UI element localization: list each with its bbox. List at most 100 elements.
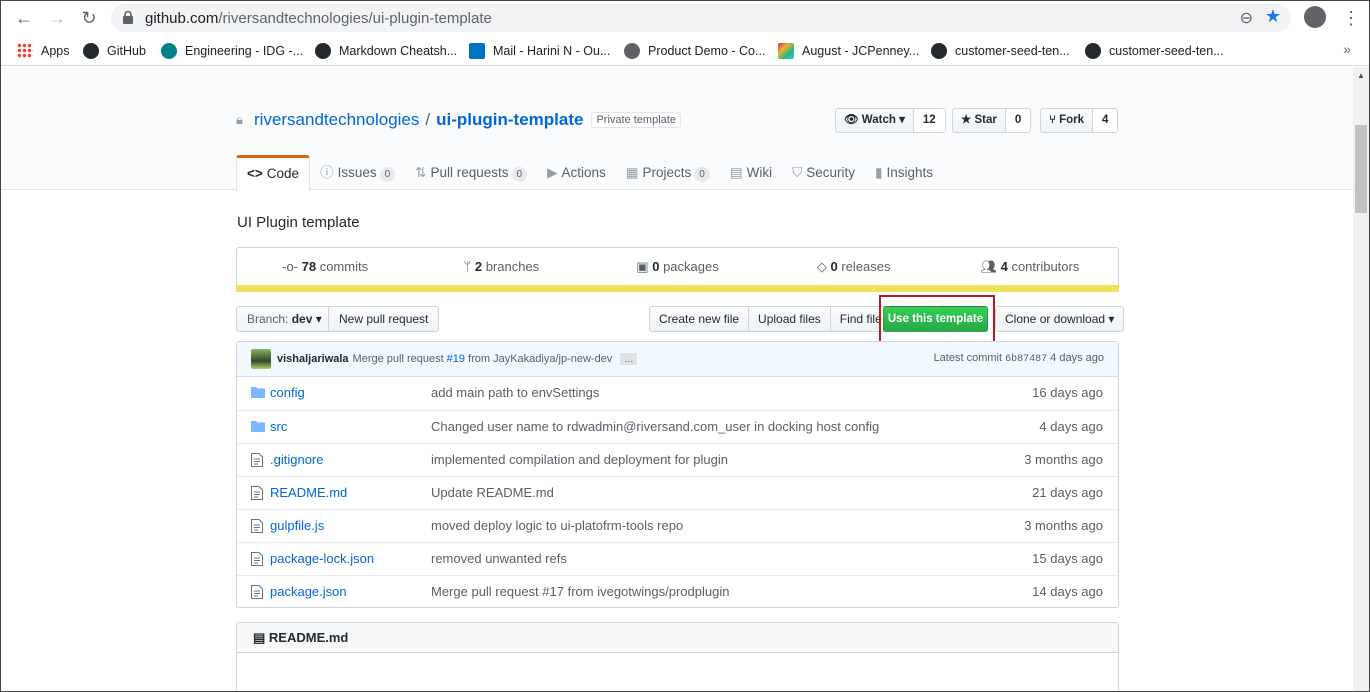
star-count[interactable]: 0	[1005, 108, 1032, 133]
bookmark-star-icon[interactable]: ★	[1265, 6, 1281, 27]
new-pull-request-button[interactable]: New pull request	[328, 306, 440, 332]
file-name-link[interactable]: package-lock.json	[270, 551, 374, 566]
reload-icon[interactable]: ↻	[78, 7, 100, 29]
branches-count: 2	[474, 259, 483, 274]
lock-template-icon: 🔒︎	[236, 112, 243, 127]
fork-icon: ⑂	[1049, 114, 1060, 126]
language-bar[interactable]	[236, 285, 1119, 292]
tab-counter: 0	[511, 167, 528, 182]
bookmark-product-demo[interactable]: Product Demo - Co...	[624, 41, 765, 61]
file-name-link[interactable]: package.json	[270, 584, 347, 599]
commit-sha[interactable]: 6b87487	[1005, 354, 1047, 365]
bookmark-label: Apps	[41, 44, 70, 58]
bookmark-github[interactable]: GitHub	[83, 41, 146, 61]
file-commit-message[interactable]: implemented compilation and deployment f…	[431, 452, 728, 467]
tab-label: Security	[806, 165, 856, 180]
commit-author[interactable]: vishaljariwala	[277, 353, 349, 365]
file-name-link[interactable]: config	[270, 385, 305, 400]
table-row[interactable]: README.md Update README.md 21 days ago	[237, 476, 1118, 509]
tab-actions[interactable]: ▶ Actions	[537, 155, 616, 190]
tab-issues[interactable]: ⓘ Issues 0	[310, 155, 405, 190]
apps-grid-icon	[17, 43, 33, 59]
fork-button[interactable]: ⑂ Fork	[1040, 108, 1094, 133]
package-icon: ▣	[636, 259, 653, 274]
table-row[interactable]: src Changed user name to rdwadmin@riversa…	[237, 410, 1118, 443]
table-row[interactable]: .gitignore implemented compilation and de…	[237, 443, 1118, 476]
star-group: ★ Star 0	[952, 108, 1032, 133]
bookmark-jcpenney[interactable]: August - JCPenney...	[778, 41, 919, 61]
watch-label: Watch ▾	[861, 114, 905, 126]
scrollbar-thumb[interactable]	[1355, 125, 1367, 213]
file-name-link[interactable]: .gitignore	[270, 452, 323, 467]
file-name-link[interactable]: README.md	[270, 485, 347, 500]
table-row[interactable]: gulpfile.js moved deploy logic to ui-plat…	[237, 509, 1118, 542]
file-commit-message[interactable]: moved deploy logic to ui-platofrm-tools …	[431, 518, 683, 533]
tab-pull-requests[interactable]: ⇅ Pull requests 0	[405, 155, 537, 190]
file-commit-message[interactable]: removed unwanted refs	[431, 551, 567, 566]
commit-age: 4 days ago	[1050, 352, 1104, 364]
zoom-icon[interactable]: ⊖	[1240, 8, 1253, 28]
tab-label: Insights	[886, 165, 933, 180]
file-commit-message[interactable]: Merge pull request #17 from ivegotwings/…	[431, 584, 729, 599]
tab-label: Pull requests	[430, 165, 509, 180]
tab-wiki[interactable]: ▤ Wiki	[720, 155, 782, 190]
scroll-up-icon[interactable]: ▲	[1357, 71, 1365, 80]
fork-label: Fork	[1059, 114, 1085, 126]
repo-owner-link[interactable]: riversandtechnologies	[254, 110, 419, 130]
commit-pr-link[interactable]: #19	[447, 353, 465, 365]
watch-group: 👁︎ Watch ▾ 12	[835, 108, 946, 133]
file-commit-message[interactable]: add main path to envSettings	[431, 385, 599, 400]
private-template-badge: Private template	[591, 112, 681, 128]
bookmark-apps[interactable]: Apps	[17, 41, 70, 61]
avatar[interactable]	[251, 349, 271, 369]
code-icon: <>	[247, 166, 263, 181]
tab-insights[interactable]: ▮ Insights	[865, 155, 943, 190]
bookmark-label: Product Demo - Co...	[648, 44, 766, 58]
play-icon: ▶	[547, 165, 558, 180]
table-row[interactable]: package.json Merge pull request #17 from …	[237, 575, 1118, 607]
bookmark-engineering[interactable]: Engineering - IDG -...	[161, 41, 303, 61]
tab-projects[interactable]: ▦ Projects 0	[616, 155, 720, 190]
forward-icon[interactable]: →	[46, 7, 68, 29]
expand-commit-button[interactable]: …	[620, 353, 638, 365]
bookmark-customer-seed-2[interactable]: customer-seed-ten...	[1085, 41, 1224, 61]
back-icon[interactable]: ←	[13, 7, 35, 29]
bookmark-label: GitHub	[107, 44, 146, 58]
star-button[interactable]: ★ Star	[952, 108, 1006, 133]
fork-count[interactable]: 4	[1093, 108, 1119, 133]
branches-label: branches	[485, 259, 540, 274]
bookmark-label: customer-seed-ten...	[955, 44, 1070, 58]
github-icon	[83, 43, 99, 59]
bookmark-markdown[interactable]: Markdown Cheatsh...	[315, 41, 457, 61]
branch-select-button[interactable]: Branch: dev ▾	[236, 306, 333, 332]
upload-files-button[interactable]: Upload files	[749, 306, 831, 332]
tab-security[interactable]: ⛉ Security	[782, 155, 865, 190]
file-commit-age: 15 days ago	[1032, 551, 1103, 566]
file-actions-group: Create new file Upload files Find file	[649, 306, 892, 332]
tab-code[interactable]: <> Code	[236, 155, 311, 191]
contributors-label: contributors	[1011, 259, 1080, 274]
address-bar[interactable]: github.com/riversandtechnologies/ui-plug…	[111, 4, 1291, 32]
latest-commit-label: Latest commit	[933, 352, 1003, 364]
page-scrollbar[interactable]: ▲	[1353, 67, 1369, 691]
file-commit-message[interactable]: Changed user name to rdwadmin@riversand.…	[431, 419, 879, 434]
watch-count[interactable]: 12	[913, 108, 946, 133]
profile-avatar-icon[interactable]	[1304, 6, 1326, 28]
create-new-file-button[interactable]: Create new file	[649, 306, 750, 332]
table-row[interactable]: package-lock.json removed unwanted refs 15…	[237, 542, 1118, 575]
caret-down-icon: ▾	[315, 312, 322, 326]
bookmark-mail[interactable]: Mail - Harini N - Ou...	[469, 41, 610, 61]
clone-or-download-button[interactable]: Clone or download ▾	[995, 306, 1125, 332]
file-name-link[interactable]: src	[270, 419, 287, 434]
sharepoint-icon	[161, 43, 177, 59]
bookmark-customer-seed-1[interactable]: customer-seed-ten...	[931, 41, 1070, 61]
bookmarks-overflow-icon[interactable]: »	[1343, 41, 1351, 57]
file-commit-message[interactable]: Update README.md	[431, 485, 554, 500]
menu-kebab-icon[interactable]: ⋮	[1341, 7, 1361, 29]
table-row[interactable]: config add main path to envSettings 16 day…	[237, 377, 1118, 410]
watch-button[interactable]: 👁︎ Watch ▾	[835, 108, 914, 133]
fork-group: ⑂ Fork 4	[1040, 108, 1119, 133]
repo-name-link[interactable]: ui-plugin-template	[436, 110, 583, 130]
file-name-link[interactable]: gulpfile.js	[270, 518, 324, 533]
file-icon	[251, 552, 265, 566]
